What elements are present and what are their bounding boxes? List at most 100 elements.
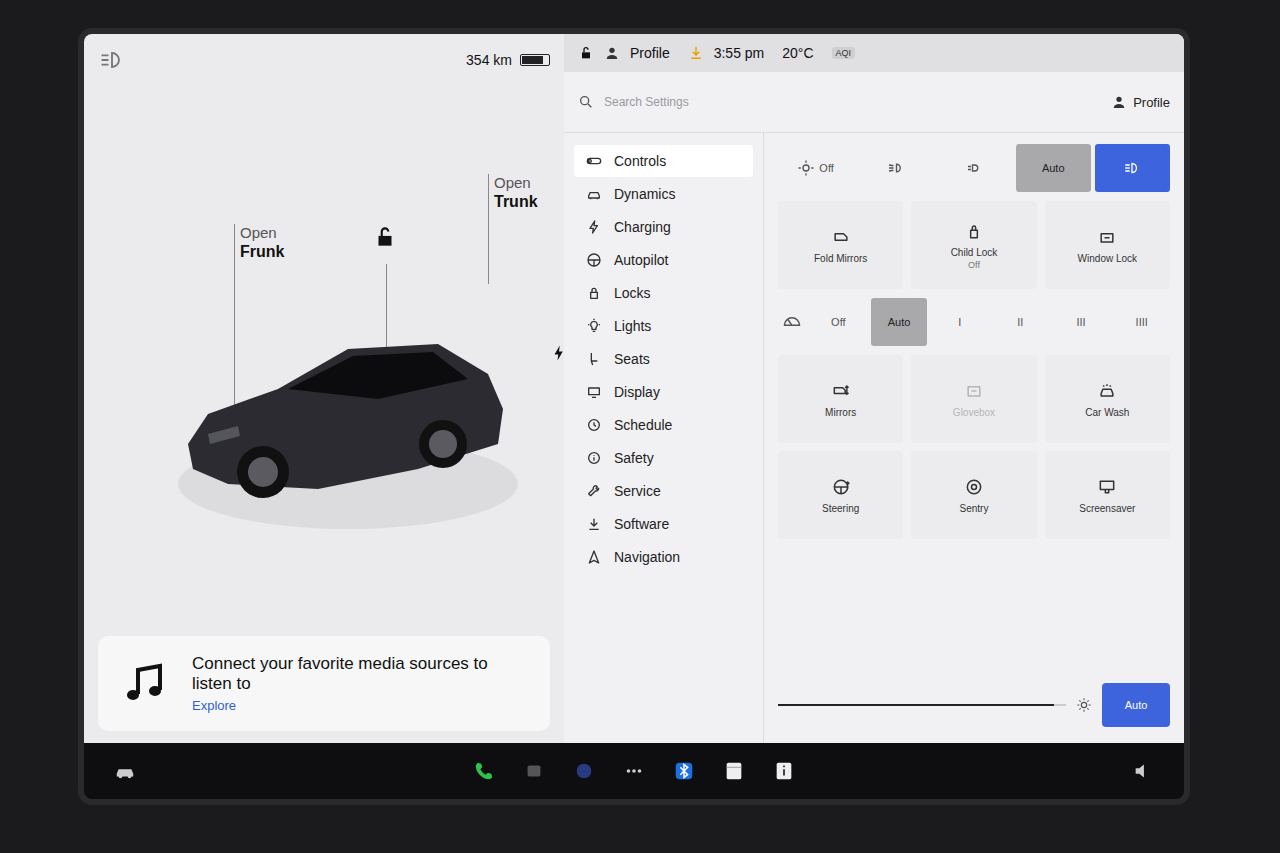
open-trunk-button[interactable]: OpenTrunk bbox=[494, 174, 538, 211]
steering-icon bbox=[831, 477, 851, 497]
bulb-icon bbox=[586, 318, 602, 334]
wheel-icon bbox=[586, 252, 602, 268]
control-tile[interactable]: Child LockOff bbox=[911, 201, 1036, 289]
open-frunk-button[interactable]: OpenFrunk bbox=[240, 224, 284, 261]
glovebox-icon bbox=[964, 381, 984, 401]
download-icon bbox=[586, 516, 602, 532]
status-bar: Profile3:55 pm20°CAQI bbox=[564, 34, 1184, 72]
lock-icon bbox=[586, 285, 602, 301]
camera-icon[interactable] bbox=[523, 760, 545, 782]
bolt-icon bbox=[586, 219, 602, 235]
headlight-selector: Off Auto bbox=[778, 143, 1170, 193]
menu-item[interactable]: Navigation bbox=[574, 541, 753, 573]
settings-panel: Profile3:55 pm20°CAQISearch SettingsProf… bbox=[564, 34, 1184, 743]
car-icon bbox=[586, 186, 602, 202]
control-tile[interactable]: Window Lock bbox=[1045, 201, 1170, 289]
music-note-icon bbox=[120, 660, 168, 708]
aqi-badge: AQI bbox=[832, 47, 856, 59]
car-icon[interactable] bbox=[114, 760, 136, 782]
battery-status: 354 km bbox=[466, 52, 550, 68]
seat-icon bbox=[586, 351, 602, 367]
foldmirrors-icon bbox=[831, 227, 851, 247]
wrench-icon bbox=[586, 483, 602, 499]
charge-port-icon[interactable] bbox=[550, 344, 568, 362]
touchscreen: 354 km OpenFrunk OpenTrunk Connect your fav… bbox=[78, 28, 1190, 805]
childlock-icon bbox=[964, 221, 984, 241]
wiper-icon bbox=[782, 312, 802, 332]
range-text: 354 km bbox=[466, 52, 512, 68]
screensaver-icon bbox=[1097, 477, 1117, 497]
profile-button[interactable]: Profile bbox=[630, 45, 670, 61]
windowlock-icon bbox=[1097, 227, 1117, 247]
carwash-icon bbox=[1097, 381, 1117, 401]
nav-icon bbox=[586, 549, 602, 565]
brightness-row: Auto bbox=[778, 677, 1170, 733]
headlight-option[interactable] bbox=[1095, 144, 1170, 192]
search-field[interactable]: Search Settings bbox=[578, 94, 1101, 110]
menu-item[interactable]: Safety bbox=[574, 442, 753, 474]
control-tile[interactable]: Car Wash bbox=[1045, 355, 1170, 443]
control-tile[interactable]: Fold Mirrors bbox=[778, 201, 903, 289]
calendar-icon[interactable] bbox=[723, 760, 745, 782]
menu-item[interactable]: Controls bbox=[574, 145, 753, 177]
brightness-auto-button[interactable]: Auto bbox=[1102, 683, 1170, 727]
clock-icon bbox=[586, 417, 602, 433]
sentry-icon bbox=[964, 477, 984, 497]
menu-item[interactable]: Seats bbox=[574, 343, 753, 375]
menu-item[interactable]: Dynamics bbox=[574, 178, 753, 210]
controls-pane: OffAutoFold MirrorsChild LockOffWindow L… bbox=[764, 133, 1184, 743]
control-tile[interactable]: Screensaver bbox=[1045, 451, 1170, 539]
settings-menu: ControlsDynamicsChargingAutopilotLocksLi… bbox=[564, 133, 764, 743]
lock-status-icon[interactable] bbox=[578, 45, 594, 61]
media-message: Connect your favorite media sources to l… bbox=[192, 654, 528, 694]
auto-headlight-icon[interactable] bbox=[98, 46, 126, 74]
car-lock-icon[interactable] bbox=[372, 224, 398, 250]
headlight-option[interactable] bbox=[936, 144, 1011, 192]
menu-item[interactable]: Autopilot bbox=[574, 244, 753, 276]
menu-item[interactable]: Software bbox=[574, 508, 753, 540]
media-card[interactable]: Connect your favorite media sources to l… bbox=[98, 636, 550, 731]
wiper-option[interactable]: I bbox=[931, 298, 988, 346]
menu-item[interactable]: Schedule bbox=[574, 409, 753, 441]
more-icon[interactable] bbox=[623, 760, 645, 782]
info-icon[interactable] bbox=[773, 760, 795, 782]
menu-item[interactable]: Display bbox=[574, 376, 753, 408]
fog-icon bbox=[886, 159, 904, 177]
brightness-slider[interactable] bbox=[778, 704, 1066, 706]
update-icon[interactable] bbox=[688, 45, 704, 61]
car-panel: 354 km OpenFrunk OpenTrunk Connect your fav… bbox=[84, 34, 564, 743]
wiper-option[interactable]: III bbox=[1053, 298, 1110, 346]
headlight-option[interactable] bbox=[857, 144, 932, 192]
headlight-option[interactable]: Auto bbox=[1016, 144, 1091, 192]
menu-item[interactable]: Locks bbox=[574, 277, 753, 309]
search-icon bbox=[578, 94, 594, 110]
wiper-selector: OffAutoIIIIIIIIII bbox=[778, 297, 1170, 347]
explore-link[interactable]: Explore bbox=[192, 698, 528, 713]
app-icon[interactable] bbox=[573, 760, 595, 782]
wiper-option[interactable]: IIII bbox=[1113, 298, 1170, 346]
headlight-option[interactable]: Off bbox=[778, 144, 853, 192]
toggle-icon bbox=[586, 153, 602, 169]
wiper-option[interactable]: Auto bbox=[871, 298, 928, 346]
profile-icon bbox=[604, 45, 620, 61]
bluetooth-icon[interactable] bbox=[673, 760, 695, 782]
volume-icon[interactable] bbox=[1132, 760, 1154, 782]
parking-icon bbox=[965, 159, 983, 177]
dock bbox=[84, 743, 1184, 799]
control-tile[interactable]: Steering bbox=[778, 451, 903, 539]
wiper-option[interactable]: Off bbox=[810, 298, 867, 346]
control-tile[interactable]: Glovebox bbox=[911, 355, 1036, 443]
control-tile[interactable]: Mirrors bbox=[778, 355, 903, 443]
menu-item[interactable]: Charging bbox=[574, 211, 753, 243]
wiper-option[interactable]: II bbox=[992, 298, 1049, 346]
mirrors-icon bbox=[831, 381, 851, 401]
clock-text: 3:55 pm bbox=[714, 45, 765, 61]
phone-icon[interactable] bbox=[473, 760, 495, 782]
settings-profile-button[interactable]: Profile bbox=[1111, 94, 1170, 110]
off-icon bbox=[797, 159, 815, 177]
control-tile[interactable]: Sentry bbox=[911, 451, 1036, 539]
menu-item[interactable]: Lights bbox=[574, 310, 753, 342]
menu-item[interactable]: Service bbox=[574, 475, 753, 507]
info-icon bbox=[586, 450, 602, 466]
car-model-icon bbox=[168, 294, 528, 534]
